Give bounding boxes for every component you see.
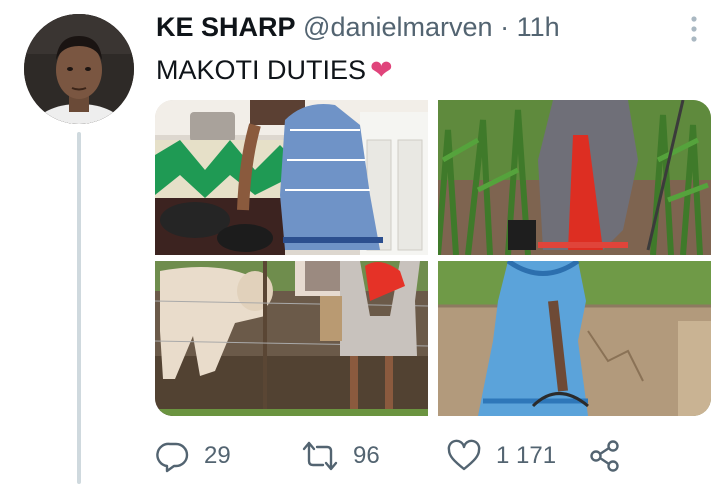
thread-line <box>77 132 81 484</box>
tweet-text-content: MAKOTI DUTIES <box>156 55 367 85</box>
retweet-button[interactable]: 96 <box>301 434 380 478</box>
avatar-image <box>24 14 134 124</box>
tweet-header: KE SHARP @danielmarven · 11h <box>156 12 560 43</box>
tweet-text: MAKOTI DUTIES ❤ <box>156 55 393 86</box>
reply-count: 29 <box>204 442 231 469</box>
more-options-icon[interactable] <box>682 14 706 46</box>
avatar[interactable] <box>24 14 134 124</box>
photo-cooking[interactable] <box>155 100 428 255</box>
media-grid <box>155 100 711 416</box>
timestamp[interactable]: 11h <box>517 12 560 42</box>
share-icon <box>588 439 622 473</box>
retweet-count: 96 <box>353 442 380 469</box>
separator-dot: · <box>500 12 510 42</box>
photo-field[interactable] <box>438 100 711 255</box>
photo-well[interactable] <box>438 261 711 416</box>
tweet-actions: 29 96 1 171 <box>156 434 696 478</box>
heart-emoji-icon: ❤ <box>370 55 393 85</box>
like-button[interactable]: 1 171 <box>446 434 556 478</box>
reply-icon <box>156 439 190 473</box>
display-name[interactable]: KE SHARP <box>156 12 296 42</box>
retweet-icon <box>301 439 339 473</box>
like-count: 1 171 <box>496 442 557 469</box>
user-handle[interactable]: @danielmarven <box>303 12 493 42</box>
reply-button[interactable]: 29 <box>156 434 231 478</box>
share-button[interactable] <box>588 434 622 478</box>
photo-cow[interactable] <box>155 261 428 416</box>
heart-icon <box>446 439 482 473</box>
